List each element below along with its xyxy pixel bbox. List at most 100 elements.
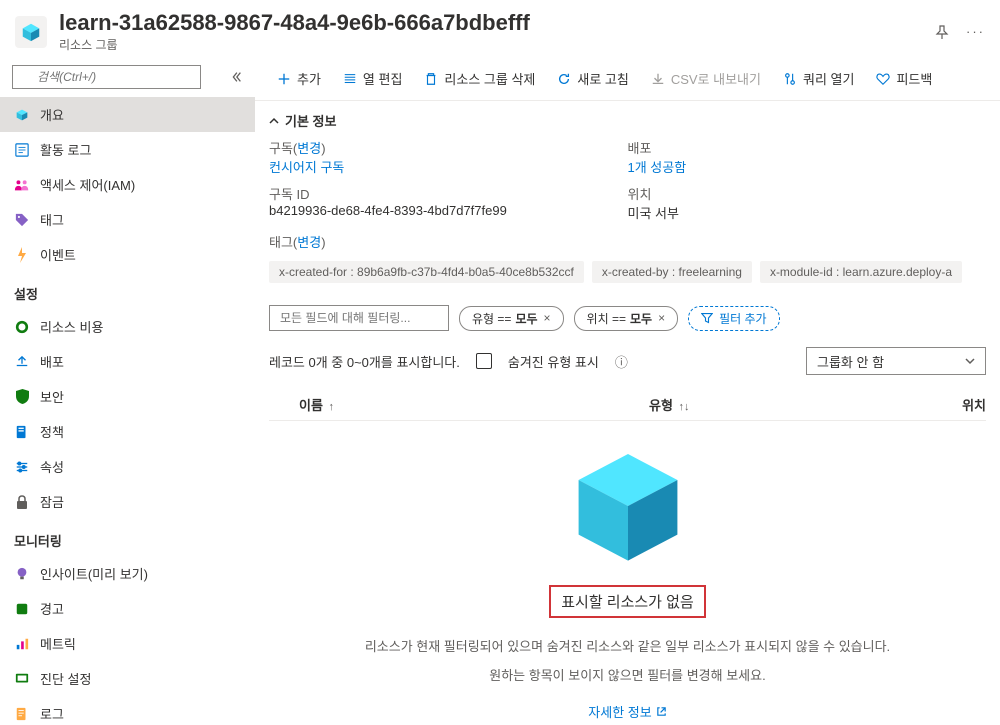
more-icon[interactable]: ···: [966, 24, 985, 40]
collapse-sidebar-icon[interactable]: [229, 70, 243, 84]
export-csv-button[interactable]: CSV로 내보내기: [643, 65, 769, 92]
subscription-label: 구독: [269, 141, 293, 156]
resource-group-icon: [15, 16, 47, 48]
subscription-change-link[interactable]: 변경: [297, 141, 321, 156]
logs-icon: [14, 706, 30, 722]
sidebar-item-alerts[interactable]: 경고: [0, 591, 255, 626]
column-type[interactable]: 유형 ↑↓: [649, 395, 926, 414]
activity-log-icon: [14, 142, 30, 158]
lock-icon: [14, 494, 30, 510]
filter-pill-type[interactable]: 유형 == 모두 ×: [459, 306, 564, 331]
sidebar-item-insights[interactable]: 인사이트(미리 보기): [0, 556, 255, 591]
sidebar-item-label: 개요: [40, 105, 64, 124]
sidebar-item-label: 이벤트: [40, 245, 76, 264]
events-icon: [14, 247, 30, 263]
sidebar-item-iam[interactable]: 액세스 제어(IAM): [0, 167, 255, 202]
refresh-button[interactable]: 새로 고침: [549, 65, 636, 92]
location-label: 위치: [628, 184, 987, 203]
tags-change-link[interactable]: 변경: [297, 235, 321, 250]
sidebar-item-security[interactable]: 보안: [0, 379, 255, 414]
hidden-types-label: 숨겨진 유형 표시: [508, 352, 599, 371]
sidebar-item-label: 배포: [40, 352, 64, 371]
tags-label: 태그: [269, 235, 293, 250]
cost-icon: [14, 319, 30, 335]
sidebar-item-label: 정책: [40, 422, 64, 441]
delete-rg-button[interactable]: 리소스 그룹 삭제: [416, 65, 543, 92]
empty-message-2: 원하는 항목이 보이지 않으면 필터를 변경해 보세요.: [489, 665, 765, 684]
properties-icon: [14, 459, 30, 475]
feedback-button[interactable]: 피드백: [868, 65, 940, 92]
shield-icon: [14, 389, 30, 405]
chevron-down-icon: [965, 356, 975, 366]
location-value: 미국 서부: [628, 203, 987, 222]
tag-pill[interactable]: x-module-id : learn.azure.deploy-a: [760, 261, 962, 283]
learn-more-link[interactable]: 자세한 정보: [588, 702, 666, 721]
sidebar-section-settings: 설정: [0, 272, 255, 309]
sidebar-item-properties[interactable]: 속성: [0, 449, 255, 484]
chevron-up-icon: [269, 116, 279, 126]
filter-icon: [701, 312, 713, 324]
deployments-link[interactable]: 1개 성공함: [628, 157, 987, 176]
group-select[interactable]: 그룹화 안 함: [806, 347, 986, 375]
sidebar-item-events[interactable]: 이벤트: [0, 237, 255, 272]
column-name[interactable]: 이름 ↑: [269, 395, 649, 414]
sidebar-item-metrics[interactable]: 메트릭: [0, 626, 255, 661]
empty-cube-icon: [563, 441, 693, 571]
sidebar-item-label: 메트릭: [40, 634, 76, 653]
close-icon[interactable]: ×: [544, 311, 551, 325]
plus-icon: [277, 72, 291, 86]
overview-icon: [14, 107, 30, 123]
sidebar-item-tags[interactable]: 태그: [0, 202, 255, 237]
metrics-icon: [14, 636, 30, 652]
subscription-link[interactable]: 컨시어지 구독: [269, 157, 628, 176]
sidebar-section-monitoring: 모니터링: [0, 519, 255, 556]
external-link-icon: [656, 706, 667, 717]
columns-icon: [343, 72, 357, 86]
alerts-icon: [14, 601, 30, 617]
filter-pill-location[interactable]: 위치 == 모두 ×: [574, 306, 679, 331]
sidebar-item-logs[interactable]: 로그: [0, 696, 255, 725]
sidebar-item-overview[interactable]: 개요: [0, 97, 255, 132]
sidebar-item-label: 속성: [40, 457, 64, 476]
sidebar-item-activity-log[interactable]: 활동 로그: [0, 132, 255, 167]
sidebar-item-policies[interactable]: 정책: [0, 414, 255, 449]
essentials-toggle[interactable]: 기본 정보: [269, 111, 986, 130]
tag-pill[interactable]: x-created-for : 89b6a9fb-c37b-4fd4-b0a5-…: [269, 261, 584, 283]
filter-input[interactable]: [269, 305, 449, 331]
subscription-id-value: b4219936-de68-4fe4-8393-4bd7d7f7fe99: [269, 203, 628, 218]
open-query-button[interactable]: 쿼리 열기: [775, 65, 862, 92]
sidebar-item-label: 활동 로그: [40, 140, 91, 159]
sidebar-item-deployments[interactable]: 배포: [0, 344, 255, 379]
table-header: 이름 ↑ 유형 ↑↓ 위치: [269, 389, 986, 421]
sidebar-item-label: 진단 설정: [40, 669, 91, 688]
sort-arrow-icon: ↑↓: [679, 401, 690, 413]
sidebar-item-label: 보안: [40, 387, 64, 406]
pin-icon[interactable]: [934, 24, 950, 40]
hidden-types-checkbox[interactable]: [476, 353, 492, 369]
empty-state: 표시할 리소스가 없음 리소스가 현재 필터링되어 있으며 숨겨진 리소스와 같…: [269, 421, 986, 721]
tag-pill[interactable]: x-created-by : freelearning: [592, 261, 752, 283]
records-count: 레코드 0개 중 0~0개를 표시합니다.: [269, 352, 460, 371]
empty-message-1: 리소스가 현재 필터링되어 있으며 숨겨진 리소스와 같은 일부 리소스가 표시…: [365, 636, 890, 655]
sidebar-item-label: 인사이트(미리 보기): [40, 564, 148, 583]
insights-icon: [14, 566, 30, 582]
sort-arrow-icon: ↑: [329, 401, 335, 413]
sidebar-item-label: 로그: [40, 704, 64, 723]
sidebar-item-locks[interactable]: 잠금: [0, 484, 255, 519]
main-content: 추가 열 편집 리소스 그룹 삭제 새로 고침 CSV로 내보내기: [255, 57, 1000, 725]
heart-icon: [876, 72, 890, 86]
info-icon[interactable]: ⓘ: [615, 352, 628, 371]
close-icon[interactable]: ×: [658, 311, 665, 325]
page-title: learn-31a62588-9867-48a4-9e6b-666a7bdbef…: [59, 10, 922, 36]
command-bar: 추가 열 편집 리소스 그룹 삭제 새로 고침 CSV로 내보내기: [255, 57, 1000, 101]
search-input[interactable]: [12, 65, 201, 89]
deployments-label: 배포: [628, 138, 987, 157]
trash-icon: [424, 72, 438, 86]
sidebar-item-cost[interactable]: 리소스 비용: [0, 309, 255, 344]
column-location[interactable]: 위치: [926, 395, 986, 414]
sidebar-item-diagnostic[interactable]: 진단 설정: [0, 661, 255, 696]
add-filter-button[interactable]: 필터 추가: [688, 306, 780, 331]
edit-columns-button[interactable]: 열 편집: [335, 65, 411, 92]
sidebar-item-label: 태그: [40, 210, 64, 229]
add-button[interactable]: 추가: [269, 65, 329, 92]
